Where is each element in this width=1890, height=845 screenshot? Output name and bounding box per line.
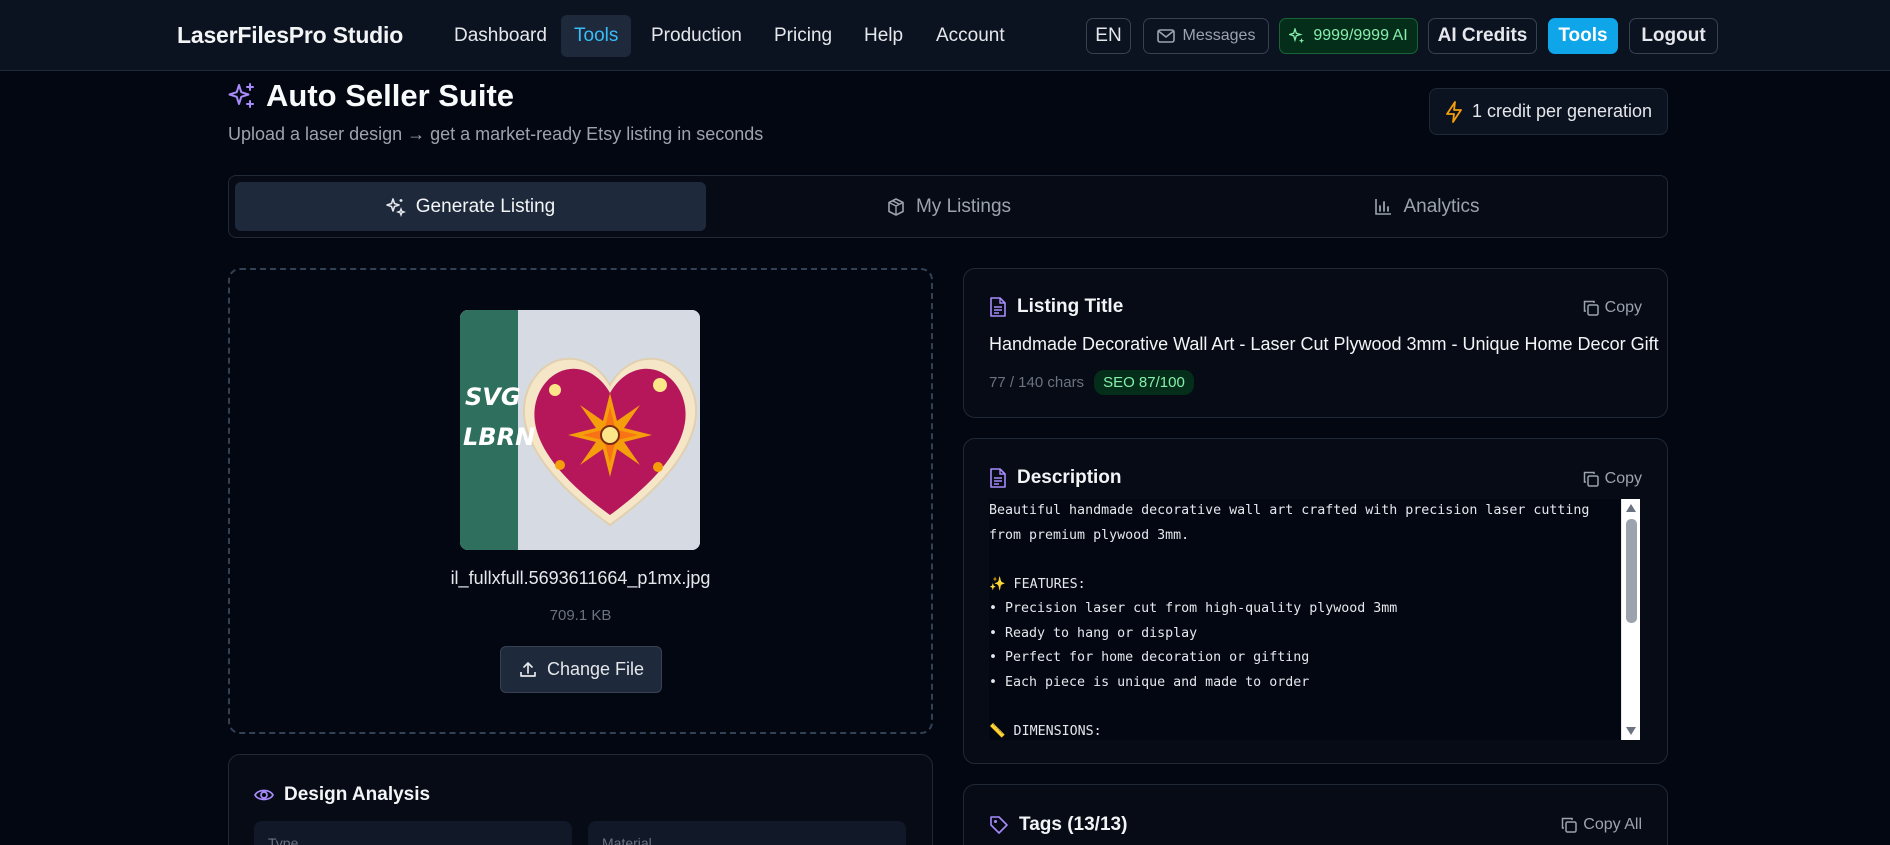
ai-quota-label: 9999/9999 AI (1313, 27, 1408, 44)
design-analysis-header: Design Analysis (254, 784, 430, 806)
design-analysis-card: Design Analysis Type Material (228, 754, 933, 845)
ai-credits-button[interactable]: AI Credits (1428, 18, 1537, 54)
file-name: il_fullxfull.5693611664_p1mx.jpg (450, 568, 711, 588)
type-label: Type (268, 835, 299, 845)
listing-title-meta: 77 / 140 chars SEO 87/100 (989, 370, 1194, 395)
box-icon (886, 197, 906, 217)
messages-label: Messages (1182, 27, 1256, 44)
nav-tools[interactable]: Tools (561, 15, 632, 57)
sparkles-icon (228, 82, 256, 110)
scroll-up-arrow[interactable] (1626, 504, 1636, 512)
type-field: Type (254, 821, 572, 845)
tab-label: Analytics (1403, 195, 1480, 217)
tags-label: Tags (13/13) (1019, 814, 1128, 835)
file-text-icon (989, 468, 1007, 488)
language-label: EN (1095, 25, 1122, 46)
tools-button[interactable]: Tools (1548, 18, 1618, 54)
tag-icon (989, 815, 1009, 835)
scroll-thumb[interactable] (1626, 519, 1637, 623)
nav-production[interactable]: Production (638, 15, 755, 57)
copy-icon (1561, 817, 1578, 833)
messages-button[interactable]: Messages (1143, 18, 1269, 54)
ai-quota-badge[interactable]: 9999/9999 AI (1279, 18, 1418, 54)
nav-dashboard[interactable]: Dashboard (441, 15, 560, 57)
nav-help[interactable]: Help (851, 15, 916, 57)
listing-title-card: Listing Title Copy Handmade Decorative W… (963, 268, 1668, 418)
thumb-text-lbrn: LBRN (463, 423, 535, 451)
bar-chart-icon (1373, 197, 1393, 217)
copy-label: Copy (1604, 299, 1642, 316)
char-count: 77 / 140 chars (989, 374, 1085, 391)
copy-description-button[interactable]: Copy (1583, 470, 1642, 488)
top-nav: LaserFilesPro Studio Dashboard Tools Pro… (0, 0, 1890, 71)
page-title: Auto Seller Suite (266, 78, 515, 113)
design-analysis-title: Design Analysis (284, 784, 431, 805)
credit-cost-badge: 1 credit per generation (1429, 88, 1668, 135)
tab-label: My Listings (915, 195, 1012, 217)
description-text: Beautiful handmade decorative wall art c… (989, 503, 1590, 739)
logout-label: Logout (1641, 25, 1706, 46)
seo-score-badge: SEO 87/100 (1094, 370, 1194, 395)
ai-credits-label: AI Credits (1437, 25, 1528, 46)
thumb-text-svg: SVG (465, 383, 521, 411)
logout-button[interactable]: Logout (1629, 18, 1718, 54)
tab-my-listings[interactable]: My Listings (713, 182, 1184, 231)
scrollbar[interactable] (1621, 499, 1640, 740)
page-header: Auto Seller Suite (228, 78, 514, 114)
nav-account[interactable]: Account (923, 15, 1018, 57)
bolt-icon (1445, 100, 1463, 123)
file-text-icon (989, 297, 1007, 317)
listing-title-text: Handmade Decorative Wall Art - Laser Cut… (989, 334, 1659, 354)
description-textarea[interactable]: Beautiful handmade decorative wall art c… (989, 499, 1640, 740)
upload-dropzone[interactable]: SVG LBRN il_fullxfull.5693611664_p1mx.jp… (228, 268, 933, 734)
change-file-button[interactable]: Change File (500, 646, 662, 693)
wand-sparkles-icon (385, 197, 406, 217)
description-card: Description Copy Beautiful handmade deco… (963, 438, 1668, 764)
copy-title-button[interactable]: Copy (1583, 299, 1642, 317)
tab-bar: Generate Listing My Listings Analytics (228, 175, 1668, 238)
material-field: Material (588, 821, 906, 845)
nav-pricing[interactable]: Pricing (761, 15, 845, 57)
language-button[interactable]: EN (1086, 18, 1131, 54)
change-file-label: Change File (546, 659, 645, 679)
copy-icon (1583, 300, 1599, 316)
listing-title-header: Listing Title (989, 296, 1123, 318)
tab-label: Generate Listing (415, 195, 556, 217)
tags-header: Tags (13/13) (989, 814, 1127, 836)
description-header: Description (989, 467, 1122, 489)
scroll-down-arrow[interactable] (1626, 727, 1636, 735)
file-size: 709.1 KB (549, 607, 612, 624)
tab-analytics[interactable]: Analytics (1191, 182, 1662, 231)
credit-cost-label: 1 credit per generation (1471, 101, 1653, 121)
brand-logo[interactable]: LaserFilesPro Studio (177, 22, 403, 49)
upload-icon (518, 660, 538, 680)
tags-card: Tags (13/13) Copy All (963, 784, 1668, 845)
mail-icon (1156, 29, 1175, 43)
design-thumbnail: SVG LBRN (460, 310, 700, 550)
tab-generate-listing[interactable]: Generate Listing (235, 182, 706, 231)
copy-label: Copy (1604, 470, 1642, 487)
description-label: Description (1017, 467, 1122, 488)
copy-all-label: Copy All (1583, 816, 1642, 833)
page-subtitle: Upload a laser design → get a market-rea… (228, 124, 764, 144)
copy-icon (1583, 471, 1599, 487)
tools-label: Tools (1558, 25, 1608, 46)
material-label: Material (602, 835, 652, 845)
copy-all-tags-button[interactable]: Copy All (1561, 816, 1642, 834)
eye-icon (254, 787, 274, 803)
sparkle-icon (1289, 28, 1305, 44)
listing-title-label: Listing Title (1017, 296, 1124, 317)
